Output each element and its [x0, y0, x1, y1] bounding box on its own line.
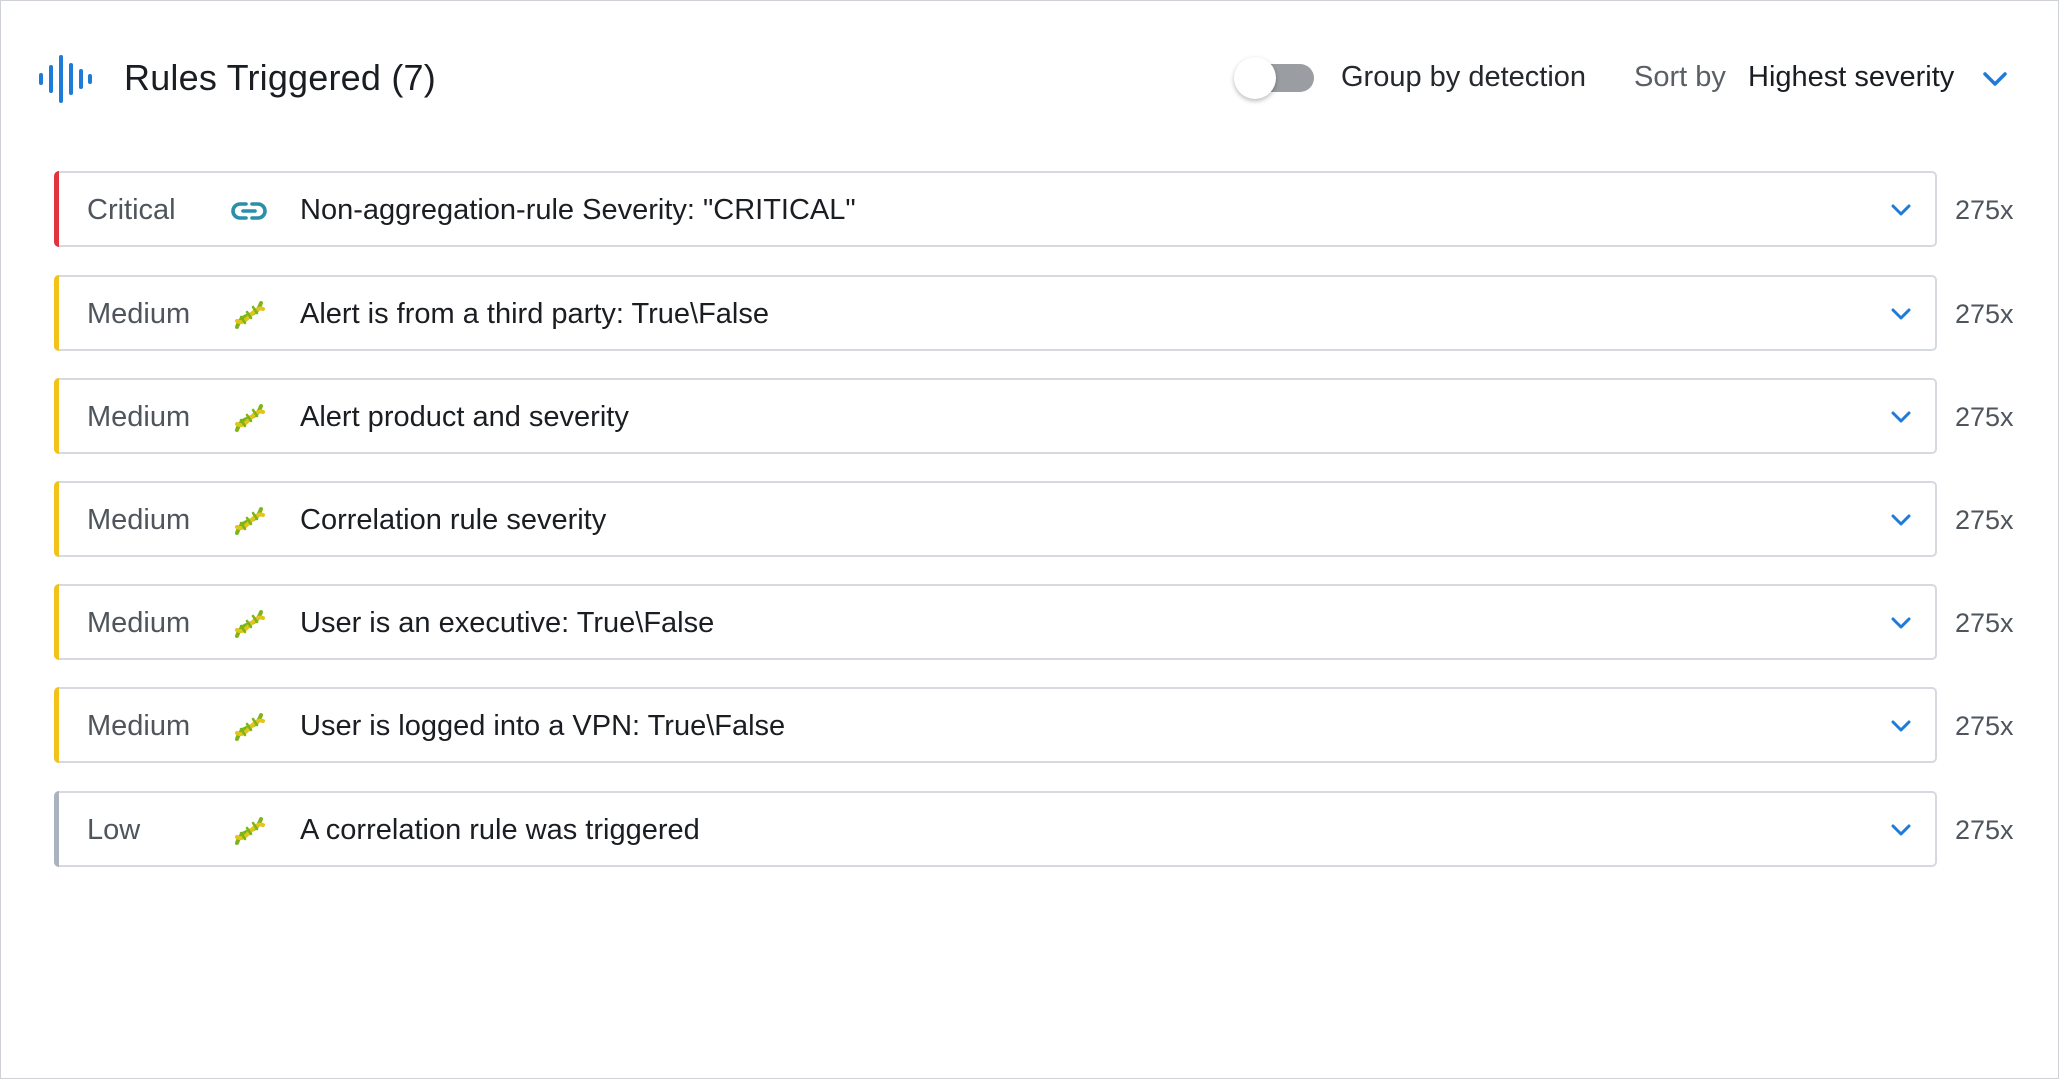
rule-name: Correlation rule severity — [300, 504, 607, 536]
rule-severity: Medium — [87, 298, 191, 330]
rule-row[interactable]: Critical Non-aggregation-rule Severity: "… — [54, 171, 1937, 247]
rule-severity: Medium — [87, 710, 191, 742]
severity-color-bar — [54, 791, 59, 867]
group-by-detection-label: Group by detection — [1341, 61, 1587, 93]
rule-row[interactable]: Medium Correlation rule severity — [54, 481, 1937, 557]
toggle-knob — [1234, 57, 1276, 99]
rule-severity: Critical — [87, 194, 176, 226]
dna-icon — [229, 501, 269, 541]
rule-row[interactable]: Medium Alert is from a third party: True\… — [54, 275, 1937, 351]
rule-row[interactable]: Low A correlation rule was triggered — [54, 791, 1937, 867]
audio-wave-icon — [39, 55, 92, 103]
chevron-down-icon[interactable] — [1889, 821, 1913, 839]
rule-row[interactable]: Medium Alert product and severity — [54, 378, 1937, 454]
chevron-down-icon[interactable] — [1889, 717, 1913, 735]
chevron-down-icon[interactable] — [1889, 305, 1913, 323]
group-by-detection-toggle[interactable] — [1234, 57, 1316, 99]
dna-icon — [229, 398, 269, 438]
chevron-down-icon[interactable] — [1981, 67, 2009, 91]
rule-count: 275x — [1955, 608, 2014, 638]
sort-by-dropdown[interactable]: Highest severity — [1748, 61, 1954, 94]
rule-name: Alert product and severity — [300, 401, 629, 433]
dna-icon — [229, 604, 269, 644]
rules-triggered-panel: Rules Triggered (7) Group by detection S… — [0, 0, 2059, 1079]
rule-name: Alert is from a third party: True\False — [300, 298, 769, 330]
rule-name: Non-aggregation-rule Severity: "CRITICAL… — [300, 194, 856, 226]
severity-color-bar — [54, 584, 59, 660]
rule-count: 275x — [1955, 299, 2014, 329]
rule-count: 275x — [1955, 815, 2014, 845]
rule-name: A correlation rule was triggered — [300, 814, 700, 846]
chevron-down-icon[interactable] — [1889, 614, 1913, 632]
dna-icon — [229, 707, 269, 747]
severity-color-bar — [54, 275, 59, 351]
rule-count: 275x — [1955, 195, 2014, 225]
chevron-down-icon[interactable] — [1889, 511, 1913, 529]
rule-row[interactable]: Medium User is logged into a VPN: True\Fa… — [54, 687, 1937, 763]
rule-name: User is logged into a VPN: True\False — [300, 710, 786, 742]
panel-title: Rules Triggered (7) — [124, 57, 436, 98]
rule-severity: Medium — [87, 607, 191, 639]
link-icon — [229, 191, 269, 231]
chevron-down-icon[interactable] — [1889, 408, 1913, 426]
sort-by-label: Sort by — [1634, 61, 1726, 93]
severity-color-bar — [54, 481, 59, 557]
rule-name: User is an executive: True\False — [300, 607, 715, 639]
rule-row[interactable]: Medium User is an executive: True\False — [54, 584, 1937, 660]
severity-color-bar — [54, 171, 59, 247]
rule-severity: Medium — [87, 401, 191, 433]
rule-severity: Medium — [87, 504, 191, 536]
panel-header: Rules Triggered (7) Group by detection S… — [1, 1, 2058, 161]
rule-count: 275x — [1955, 711, 2014, 741]
rule-count: 275x — [1955, 402, 2014, 432]
severity-color-bar — [54, 687, 59, 763]
dna-icon — [229, 811, 269, 851]
rule-count: 275x — [1955, 505, 2014, 535]
severity-color-bar — [54, 378, 59, 454]
rule-severity: Low — [87, 814, 141, 846]
chevron-down-icon[interactable] — [1889, 201, 1913, 219]
dna-icon — [229, 295, 269, 335]
